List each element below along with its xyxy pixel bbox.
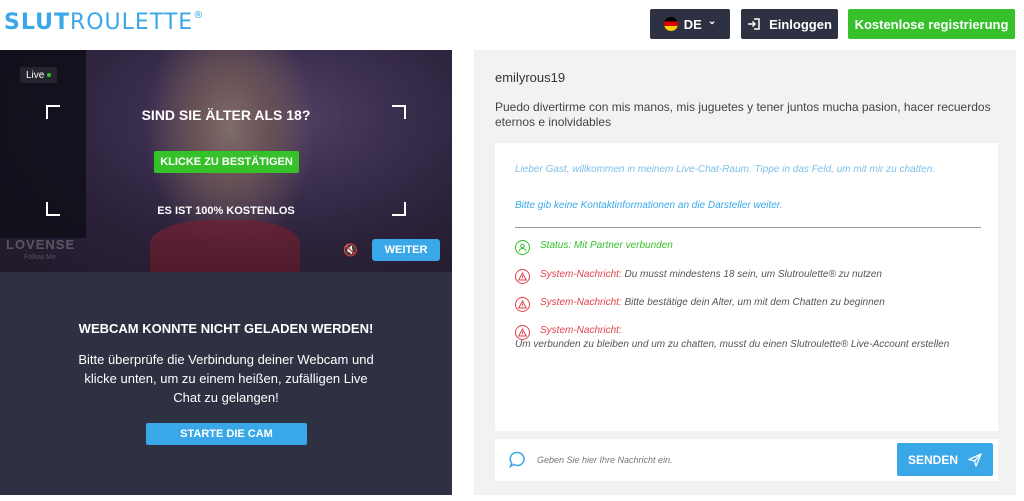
language-label: DE: [683, 16, 702, 32]
login-icon: [748, 18, 760, 30]
system-text: Um verbunden zu bleiben und um zu chatte…: [515, 339, 950, 350]
system-message: System-Nachricht: Du musst mindestens 18…: [515, 269, 975, 284]
lovense-watermark-sub: Follow Me: [24, 254, 56, 261]
chat-column: emilyrous19 Puedo divertirme con mis man…: [474, 50, 1016, 495]
chevron-down-icon: ⌄: [707, 16, 717, 27]
system-message: System-Nachricht:: [515, 325, 975, 340]
send-button[interactable]: SENDEN: [897, 443, 993, 476]
webcam-error-text: Bitte überprüfe die Verbindung deiner We…: [78, 352, 374, 405]
live-badge: Live: [20, 67, 58, 83]
logo-registered-mark: ®: [193, 10, 205, 21]
system-text: Du musst mindestens 18 sein, um Slutroul…: [624, 269, 882, 280]
german-flag-icon: [663, 17, 678, 31]
warning-icon: [515, 269, 530, 284]
chat-bubble-icon: [509, 451, 525, 468]
system-text: Bitte bestätige dein Alter, um mit dem C…: [624, 297, 885, 308]
register-button[interactable]: Kostenlose registrierung: [848, 9, 1015, 39]
status-message: Status: Mit Partner verbunden: [515, 240, 975, 255]
webcam-panel: WEBCAM KONNTE NICHT GELADEN WERDEN! Bitt…: [0, 272, 452, 495]
system-label: System-Nachricht:: [540, 325, 622, 336]
user-status-icon: [515, 240, 530, 255]
logo-bold: SLUT: [4, 10, 70, 35]
send-icon: [968, 452, 982, 467]
start-cam-button[interactable]: STARTE DIE CAM: [146, 423, 307, 445]
performer-video[interactable]: Live SIND SIE ÄLTER ALS 18? KLICKE ZU BE…: [0, 50, 452, 272]
login-label: Einloggen: [769, 16, 832, 32]
chat-input-bar: SENDEN: [495, 439, 998, 481]
performer-bio: Puedo divertirme con mis manos, mis jugu…: [495, 100, 991, 129]
free-notice: ES IST 100% KOSTENLOS: [157, 205, 295, 217]
top-header: SLUTROULETTE® DE ⌄ Einloggen Kostenlose …: [0, 0, 1024, 48]
mute-icon[interactable]: 🔇: [343, 243, 358, 257]
system-label: System-Nachricht:: [540, 269, 622, 280]
system-message: System-Nachricht: Bitte bestätige dein A…: [515, 297, 975, 312]
logo-light: ROULETTE: [69, 10, 194, 35]
confirm-age-button[interactable]: KLICKE ZU BESTÄTIGEN: [154, 151, 299, 173]
welcome-message: Lieber Gast, willkommen in meinem Live-C…: [515, 164, 936, 175]
lovense-watermark: LOVENSE: [6, 237, 76, 252]
age-question: SIND SIE ÄLTER ALS 18?: [141, 107, 311, 123]
performer-username: emilyrous19: [495, 70, 566, 85]
video-column: Live SIND SIE ÄLTER ALS 18? KLICKE ZU BE…: [0, 50, 452, 495]
site-logo[interactable]: SLUTROULETTE®: [4, 10, 204, 35]
register-label: Kostenlose registrierung: [854, 16, 1009, 32]
system-label: System-Nachricht:: [540, 297, 622, 308]
language-selector[interactable]: DE ⌄: [650, 9, 730, 39]
login-button[interactable]: Einloggen: [741, 9, 838, 39]
warning-icon: [515, 325, 530, 340]
send-label: SENDEN: [907, 452, 958, 467]
message-input[interactable]: [537, 452, 887, 468]
next-button[interactable]: WEITER: [372, 239, 440, 261]
live-label: Live: [26, 69, 45, 81]
webcam-error-title: WEBCAM KONNTE NICHT GELADEN WERDEN!: [78, 321, 374, 336]
chat-messages[interactable]: Lieber Gast, willkommen in meinem Live-C…: [495, 143, 998, 431]
live-dot-icon: [47, 73, 52, 77]
warning-icon: [515, 297, 530, 312]
status-text: Status: Mit Partner verbunden: [540, 240, 673, 251]
no-contact-notice: Bitte gib keine Kontaktinformationen an …: [515, 200, 783, 211]
chat-divider: [515, 227, 981, 228]
